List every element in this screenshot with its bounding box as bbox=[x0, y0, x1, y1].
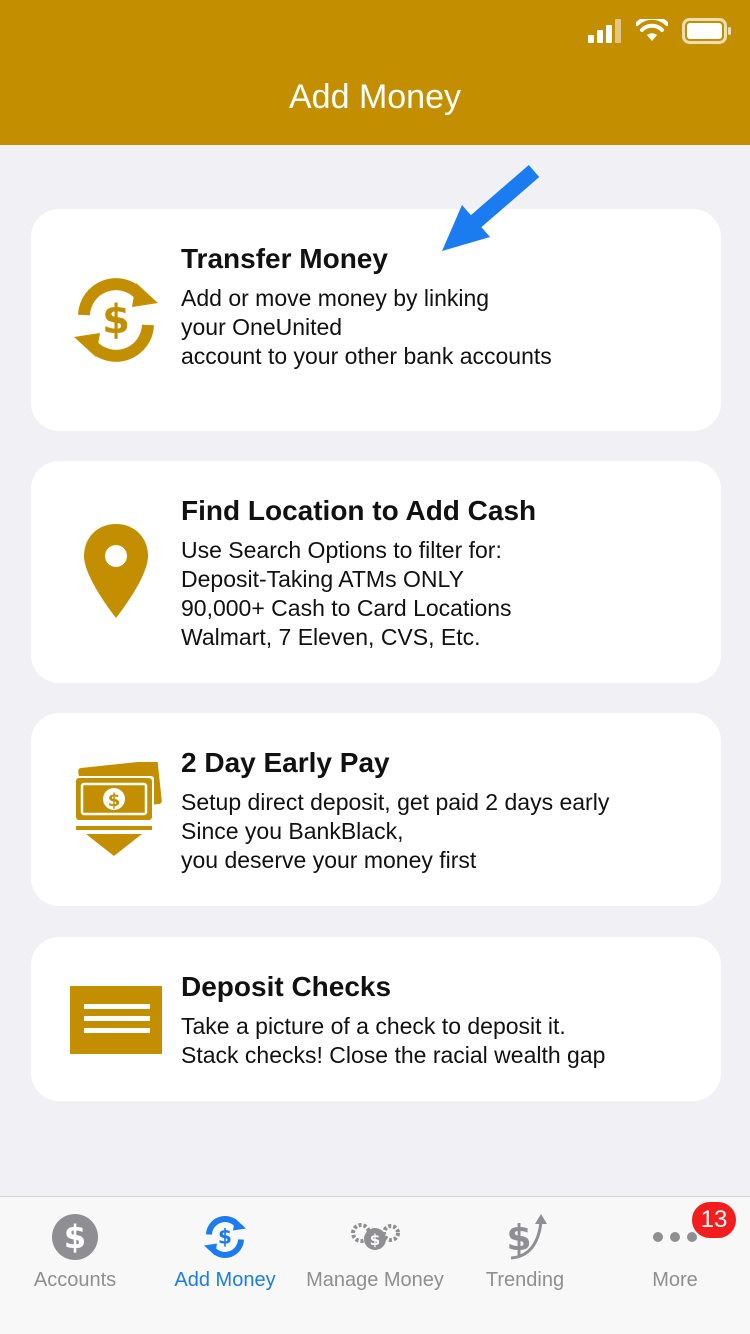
tab-label: More bbox=[652, 1269, 698, 1291]
dollar-circle-icon: $ bbox=[49, 1211, 101, 1263]
find-location-card[interactable]: Find Location to Add Cash Use Search Opt… bbox=[31, 461, 721, 683]
card-title: Find Location to Add Cash bbox=[181, 495, 537, 526]
tab-label: Accounts bbox=[33, 1269, 117, 1291]
card-title: Transfer Money bbox=[181, 243, 388, 274]
tab-trending[interactable]: $ Trending bbox=[450, 1197, 600, 1334]
wifi-icon bbox=[636, 19, 668, 41]
annotation-arrow-icon bbox=[442, 164, 540, 251]
card-title: Deposit Checks bbox=[181, 971, 392, 1002]
svg-text:$: $ bbox=[108, 790, 121, 811]
svg-text:$: $ bbox=[370, 1231, 380, 1249]
signal-icon bbox=[588, 19, 621, 43]
tab-label: Trending bbox=[485, 1269, 565, 1291]
page-title: Add Money bbox=[289, 78, 461, 116]
card-description: Use Search Options to filter for: Deposi… bbox=[181, 537, 512, 650]
svg-text:$: $ bbox=[102, 297, 130, 343]
battery-icon bbox=[682, 18, 731, 44]
svg-text:$: $ bbox=[218, 1225, 232, 1249]
cash-download-icon: $ bbox=[61, 755, 171, 865]
svg-text:$: $ bbox=[64, 1218, 86, 1256]
gears-icon: $ bbox=[349, 1211, 401, 1263]
card-description: Take a picture of a check to deposit it.… bbox=[181, 1013, 606, 1068]
check-card-icon bbox=[61, 965, 171, 1075]
card-description: Setup direct deposit, get paid 2 days ea… bbox=[181, 789, 610, 873]
tab-manage-money[interactable]: $ Manage Money bbox=[300, 1197, 450, 1334]
dollar-trend-icon: $ bbox=[499, 1211, 551, 1263]
content-area: $ Transfer Money Add or move money by li… bbox=[0, 145, 750, 1196]
app-header: Add Money bbox=[0, 0, 750, 145]
dollar-cycle-icon: $ bbox=[199, 1211, 251, 1263]
tab-label: Manage Money bbox=[306, 1269, 444, 1291]
tab-bar: $ Accounts $ Add Money $ Manage Money $ … bbox=[0, 1196, 750, 1334]
tab-label: Add Money bbox=[174, 1269, 276, 1291]
status-bar bbox=[588, 14, 732, 48]
dollar-cycle-icon: $ bbox=[61, 265, 171, 375]
card-description: Add or move money by linking your OneUni… bbox=[181, 285, 552, 369]
transfer-money-card[interactable]: $ Transfer Money Add or move money by li… bbox=[31, 209, 721, 431]
tab-accounts[interactable]: $ Accounts bbox=[0, 1197, 150, 1334]
tab-add-money[interactable]: $ Add Money bbox=[150, 1197, 300, 1334]
more-notification-badge: 13 bbox=[690, 1200, 738, 1240]
early-pay-card[interactable]: $ 2 Day Early Pay Setup direct deposit, … bbox=[31, 713, 721, 906]
location-pin-icon bbox=[61, 517, 171, 627]
deposit-checks-card[interactable]: Deposit Checks Take a picture of a check… bbox=[31, 937, 721, 1101]
card-title: 2 Day Early Pay bbox=[181, 747, 390, 778]
